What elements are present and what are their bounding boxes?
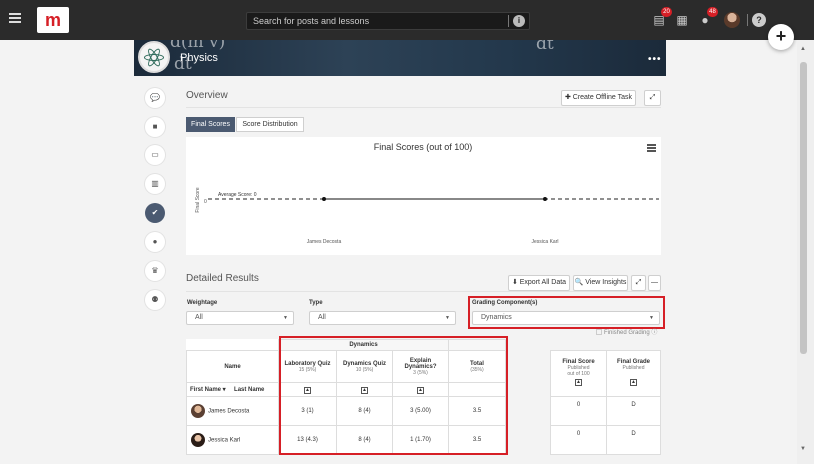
gradebook-icon[interactable]: ✔	[145, 203, 165, 223]
average-score-label: Average Score: 0	[218, 192, 257, 198]
student-name-cell[interactable]: Jessica Karl	[186, 425, 279, 455]
expand-overview-icon[interactable]: ⤢	[644, 90, 661, 106]
folder-icon[interactable]: ■	[145, 117, 165, 137]
assignments-icon[interactable]: ▤ 20	[652, 7, 672, 27]
weightage-value: All	[195, 314, 203, 321]
course-title: Physics	[180, 52, 218, 64]
type-label: Type	[309, 300, 323, 306]
banner-chalk-left: d(m v)	[170, 40, 226, 52]
tab-final-scores[interactable]: Final Scores	[186, 117, 235, 132]
chart-y-tick-0: 0	[204, 199, 207, 205]
help-icon[interactable]: ?	[752, 13, 766, 27]
notifications-icon[interactable]: ● 48	[698, 7, 718, 27]
banner-chalk-right: dt	[536, 40, 554, 54]
export-all-data-button[interactable]: ⬇ Export All Data	[508, 275, 570, 291]
scrollbar-thumb[interactable]	[800, 62, 807, 354]
student-avatar	[191, 404, 205, 418]
chart-menu-icon[interactable]	[647, 144, 656, 152]
name-header: Name	[186, 350, 279, 383]
scroll-up-arrow-icon[interactable]: ▲	[800, 46, 806, 52]
final-score-cell: 0	[550, 425, 607, 455]
info-icon[interactable]: i	[513, 15, 525, 27]
weightage-label: Weightage	[187, 300, 218, 306]
table-corner	[187, 340, 279, 351]
overview-title: Overview	[186, 90, 228, 101]
person-icon[interactable]: ●	[145, 232, 165, 252]
final-grade-cell: D	[606, 396, 661, 426]
chat-icon[interactable]: 💬	[145, 88, 165, 108]
final-score-cell: 0	[550, 396, 607, 426]
name-sort-row: First Name ▾ Last Name	[186, 382, 279, 397]
x-tick-label: James Decosta	[307, 239, 342, 245]
search-bar[interactable]: Search for posts and lessons i	[246, 12, 530, 30]
group-icon[interactable]: ⚉	[145, 290, 165, 310]
data-point[interactable]	[543, 197, 547, 201]
finished-grading-label: Finished Grading	[604, 330, 650, 336]
x-tick-label: Jessica Karl	[532, 239, 559, 245]
final-scores-chart: Final Scores (out of 100) Final Score 0 …	[186, 137, 661, 255]
final-grade-header[interactable]: Final Grade Published ▲	[606, 350, 661, 397]
app-logo[interactable]: m	[37, 7, 69, 33]
type-select[interactable]: All ▼	[309, 311, 456, 325]
topbar-separator	[747, 14, 748, 26]
user-avatar[interactable]	[724, 12, 740, 28]
assignments-badge: 20	[661, 7, 672, 17]
sort-icon[interactable]: ▲	[575, 379, 582, 386]
finished-grading-toggle[interactable]: Finished Grading ⓘ	[596, 327, 657, 336]
chevron-down-icon: ▼	[283, 315, 288, 321]
create-offline-task-button[interactable]: ✚ Create Offline Task	[561, 90, 636, 106]
more-options-icon[interactable]: •••	[648, 54, 662, 65]
chart-y-axis-label: Final Score	[195, 187, 201, 213]
detailed-divider	[186, 291, 661, 292]
overview-divider	[186, 107, 661, 108]
atom-icon	[138, 41, 170, 73]
final-score-out-of: out of 100	[567, 371, 590, 377]
sort-icon[interactable]: ▲	[630, 379, 637, 386]
detailed-results-title: Detailed Results	[186, 273, 259, 284]
notifications-badge: 48	[707, 7, 718, 17]
chart-svg: Final Scores (out of 100) Final Score 0 …	[195, 142, 659, 245]
calendar-icon[interactable]: ▦	[675, 13, 689, 27]
scroll-down-arrow-icon[interactable]: ▼	[800, 446, 806, 452]
data-point[interactable]	[322, 197, 326, 201]
chart-title: Final Scores (out of 100)	[374, 142, 473, 152]
final-grade-cell: D	[606, 425, 661, 455]
weightage-select[interactable]: All ▼	[186, 311, 294, 325]
expand-results-icon[interactable]: ⤢	[631, 275, 646, 291]
last-name-sort[interactable]: Last Name	[234, 387, 264, 393]
student-name: James Decosta	[208, 408, 250, 415]
trophy-icon[interactable]: ♛	[145, 261, 165, 281]
search-input[interactable]: Search for posts and lessons	[253, 16, 369, 26]
final-score-header[interactable]: Final Score Published out of 100 ▲	[550, 350, 607, 397]
final-grade-published: Published	[622, 365, 645, 371]
student-avatar	[191, 433, 205, 447]
hamburger-menu-icon[interactable]	[9, 13, 21, 23]
student-name-cell[interactable]: James Decosta	[186, 396, 279, 426]
tab-score-distribution[interactable]: Score Distribution	[236, 117, 304, 132]
final-results-table: Final Score Published out of 100 ▲ Final Gr…	[550, 350, 661, 455]
chart-icon[interactable]: ▥	[145, 174, 165, 194]
id-card-icon[interactable]: ▭	[145, 145, 165, 165]
course-banner: d(m v) dt dt Physics •••	[134, 40, 666, 76]
view-insights-button[interactable]: 🔍 View Insights	[573, 275, 628, 291]
info-icon[interactable]: ⓘ	[651, 330, 657, 336]
highlight-grading-component	[468, 296, 665, 329]
type-value: All	[318, 314, 326, 321]
table-row: 0 D	[550, 396, 661, 426]
first-name-sort[interactable]: First Name ▾	[190, 387, 226, 393]
search-separator	[508, 15, 509, 27]
finished-grading-checkbox[interactable]	[596, 329, 602, 336]
table-row: 0 D	[550, 425, 661, 455]
highlight-dynamics-columns	[279, 336, 508, 455]
add-button[interactable]: +	[768, 24, 794, 50]
student-name: Jessica Karl	[208, 437, 241, 444]
collapse-results-icon[interactable]: —	[648, 275, 661, 291]
chevron-down-icon: ▼	[445, 315, 450, 321]
